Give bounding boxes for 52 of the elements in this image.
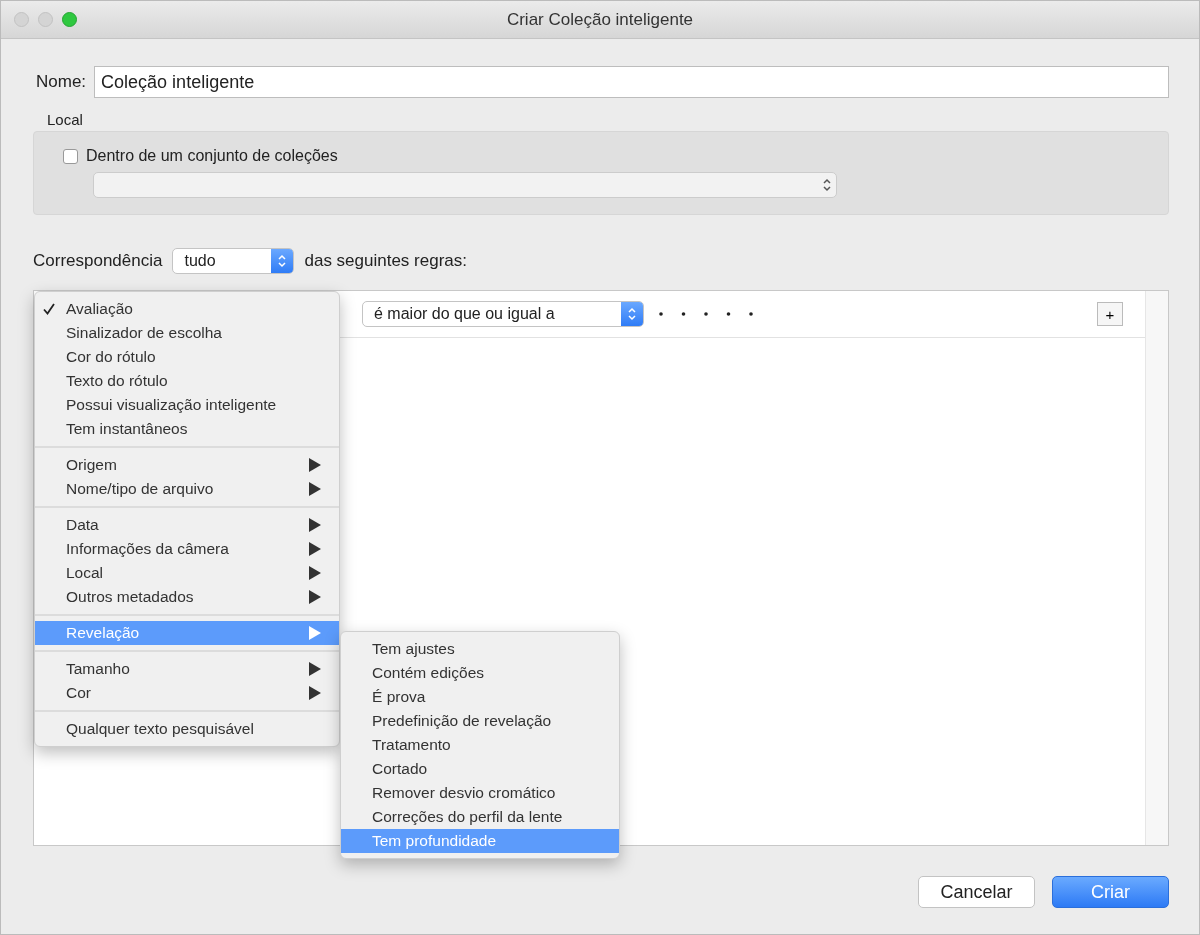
checkbox-label: Dentro de um conjunto de coleções [86, 147, 338, 165]
dialog-button[interactable]: Cancelar [918, 876, 1035, 908]
window-title: Criar Coleção inteligente [506, 9, 694, 30]
submenu-arrow-icon [309, 518, 321, 532]
submenu-arrow-icon [309, 590, 321, 604]
match-dropdown[interactable]: tudo [172, 248, 295, 274]
match-label: Correspondência [33, 251, 163, 271]
stepper-icon [627, 307, 637, 321]
close-button[interactable] [14, 12, 29, 27]
menu-item[interactable]: Cor [35, 681, 339, 705]
menu-item[interactable]: Informações da câmera [35, 537, 339, 561]
menu-item[interactable]: Tem instantâneos [35, 417, 339, 441]
menu-item[interactable]: Avaliação [35, 297, 339, 321]
menu-item[interactable]: Predefinição de revelação [341, 709, 619, 733]
zoom-button[interactable] [62, 12, 77, 27]
submenu-arrow-icon [309, 566, 321, 580]
rating-dots-drawing[interactable] [658, 311, 754, 317]
menu-item[interactable]: Correções do perfil da lente [341, 805, 619, 829]
menu-item[interactable]: Cortado [341, 757, 619, 781]
menu-item[interactable]: Tem ajustes [341, 637, 619, 661]
operator-dropdown[interactable]: é maior do que ou igual a [362, 301, 644, 327]
rules-label: das seguintes regras: [304, 251, 467, 271]
stepper-icon [277, 254, 288, 268]
submenu-arrow-icon [309, 626, 321, 640]
menu-item[interactable]: Data [35, 513, 339, 537]
name-label: Nome: [36, 72, 87, 92]
minimize-button[interactable] [38, 12, 53, 27]
menu-item[interactable]: Tamanho [35, 657, 339, 681]
menu-item[interactable]: Outros metadados [35, 585, 339, 609]
submenu-arrow-icon [309, 662, 321, 676]
stepper-icon [822, 178, 832, 192]
submenu-arrow-icon [309, 482, 321, 496]
location-label: Local [47, 111, 83, 128]
menu-item[interactable]: Nome/tipo de arquivo [35, 477, 339, 501]
submenu-arrow-icon [309, 686, 321, 700]
submenu-arrow-icon [309, 458, 321, 472]
add-rule-button[interactable]: + [1097, 302, 1123, 326]
collection-set-dropdown[interactable] [93, 172, 837, 198]
menu-item[interactable]: Origem [35, 453, 339, 477]
menu-item[interactable]: Possui visualização inteligente [35, 393, 339, 417]
menu-item[interactable]: Texto do rótulo [35, 369, 339, 393]
menu-item[interactable]: É prova [341, 685, 619, 709]
menu-item[interactable]: Qualquer texto pesquisável [35, 717, 339, 741]
submenu-arrow-icon [309, 542, 321, 556]
name-field[interactable]: Coleção inteligente [94, 66, 1169, 98]
checkbox[interactable] [63, 148, 78, 164]
menu-item[interactable]: Remover desvio cromático [341, 781, 619, 805]
menu-item[interactable]: Sinalizador de escolha [35, 321, 339, 345]
menu-item[interactable]: Tratamento [341, 733, 619, 757]
menu-item[interactable]: Cor do rótulo [35, 345, 339, 369]
menu-item[interactable]: Contém edições [341, 661, 619, 685]
menu-item[interactable]: Local [35, 561, 339, 585]
